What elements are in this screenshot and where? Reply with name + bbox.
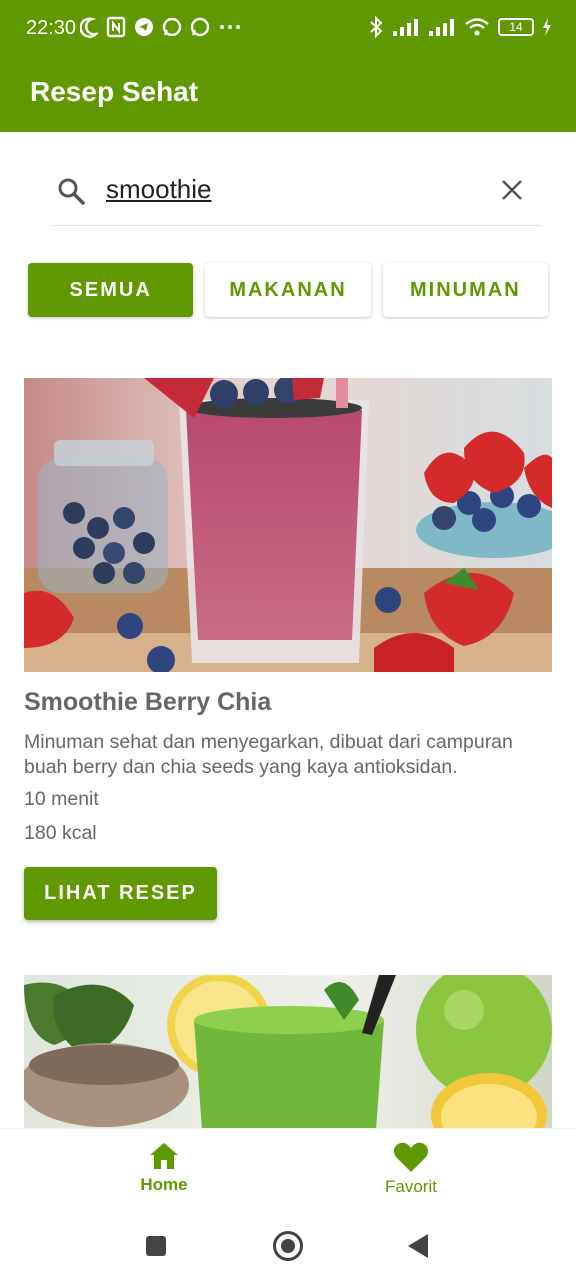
recipe-duration: 10 menit [24, 788, 99, 810]
system-icons: 14 [368, 16, 552, 38]
filter-food-button[interactable]: MAKANAN [205, 263, 371, 317]
app-top-bar: 22:30 14 Resep Sehat [0, 0, 576, 132]
filter-all-button[interactable]: SEMUA [28, 263, 194, 317]
signal-icon-2 [429, 19, 454, 36]
battery-icon: 14 [498, 18, 534, 36]
search-input[interactable]: smoothie [106, 174, 486, 208]
back-icon[interactable] [408, 1234, 428, 1258]
whatsapp-icon-2 [190, 17, 210, 37]
system-navigation-bar [0, 1216, 576, 1280]
search-bar: smoothie [52, 168, 542, 226]
view-recipe-button[interactable]: LIHAT RESEP [24, 867, 217, 920]
bluetooth-icon [370, 16, 383, 38]
wifi-icon [465, 18, 489, 36]
recipe-calories: 180 kcal [24, 822, 97, 844]
search-icon[interactable] [56, 176, 86, 206]
app-title: Resep Sehat [30, 76, 199, 107]
moon-icon [80, 17, 98, 38]
whatsapp-icon [162, 17, 182, 37]
nfc-icon [106, 16, 126, 38]
green-smoothie-illustration [24, 975, 552, 1130]
battery-level: 14 [509, 20, 523, 34]
recipe-description: Minuman sehat dan menyegarkan, dibuat da… [24, 731, 513, 778]
nav-favorites-label: Favorit [385, 1177, 437, 1196]
filter-drink-button[interactable]: MINUMAN [382, 263, 548, 317]
more-dots-icon [220, 25, 240, 29]
charging-icon [543, 18, 551, 36]
nav-home[interactable]: Home [99, 1141, 229, 1195]
close-icon[interactable] [498, 176, 526, 204]
berry-smoothie-illustration [24, 378, 552, 672]
status-bar: 22:30 14 [0, 0, 576, 58]
recipe-image-green-smoothie[interactable] [24, 975, 552, 1130]
status-time: 22:30 [26, 17, 77, 39]
filter-chips: SEMUA MAKANAN MINUMAN [28, 263, 548, 317]
bottom-navigation: Home Favorit [0, 1128, 576, 1216]
telegram-icon [135, 18, 153, 36]
home-circle-icon[interactable] [273, 1231, 303, 1261]
recipe-image-berry-smoothie[interactable] [24, 378, 552, 672]
nav-home-label: Home [140, 1175, 188, 1194]
signal-icon [393, 19, 418, 36]
notification-icons [80, 16, 242, 38]
recipe-title: Smoothie Berry Chia [24, 688, 272, 716]
heart-icon [393, 1142, 429, 1172]
nav-favorites[interactable]: Favorit [346, 1141, 476, 1197]
home-icon [150, 1143, 178, 1169]
recent-apps-icon[interactable] [146, 1236, 166, 1256]
